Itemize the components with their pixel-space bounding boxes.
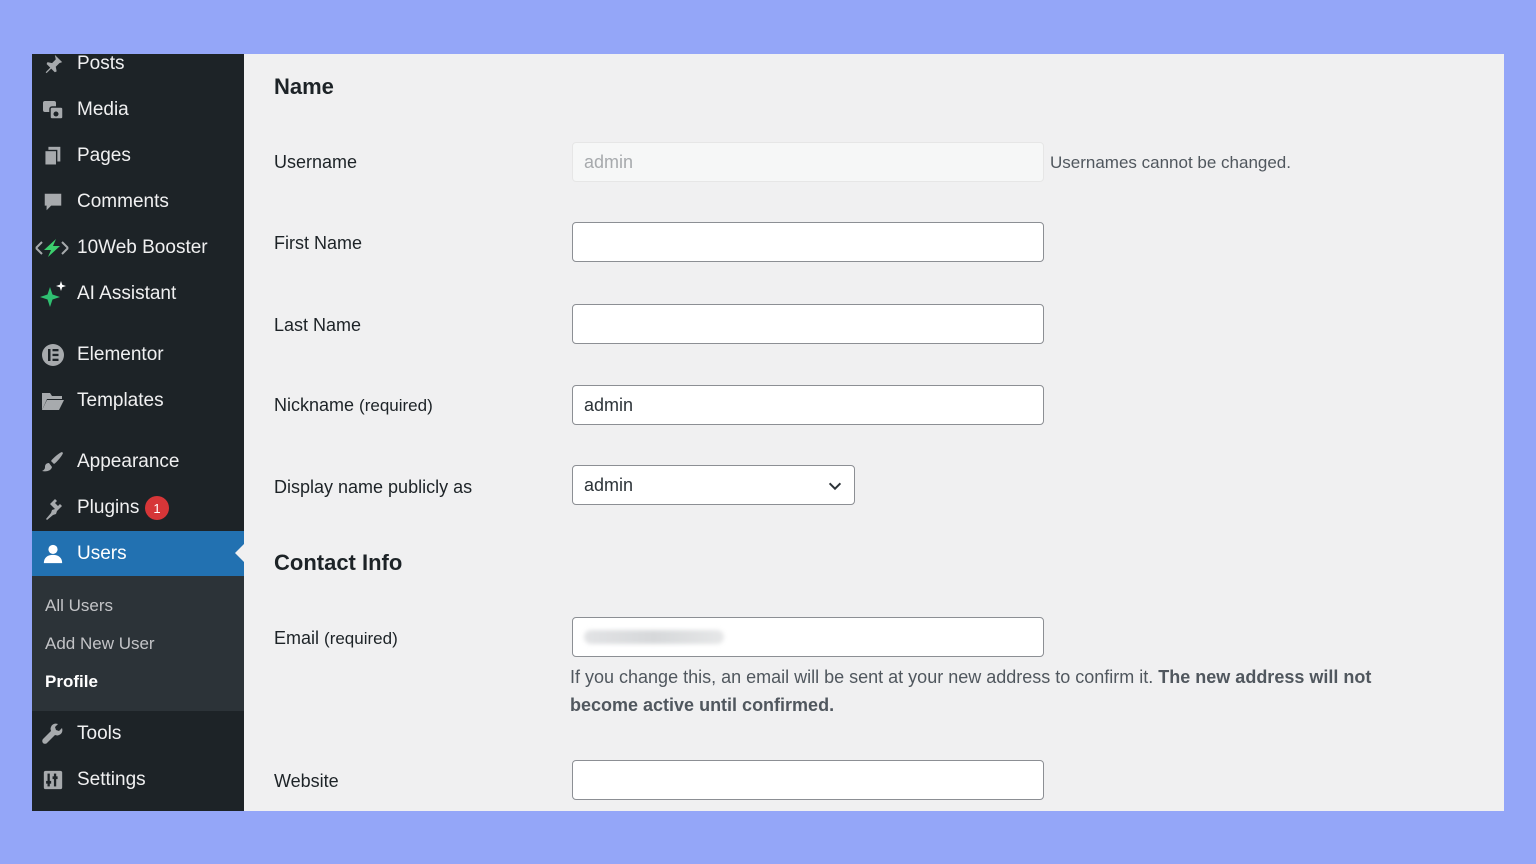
required-note: (required) [324,629,398,648]
nickname-input[interactable]: admin [572,385,1044,425]
submenu-item-all-users[interactable]: All Users [45,596,113,616]
username-input: admin [572,142,1044,182]
sidebar-item-label: Users [77,542,127,564]
display-name-select[interactable]: admin [572,465,855,505]
sidebar-item-elementor[interactable]: Elementor [32,333,244,377]
plug-icon [40,495,66,521]
sidebar-item-10web-booster[interactable]: 10Web Booster [32,226,244,270]
email-description-line2: become active until confirmed. [570,695,834,716]
sidebar-item-pages[interactable]: Pages [32,134,244,178]
email-input[interactable] [572,617,1044,657]
sidebar-item-templates[interactable]: Templates [32,379,244,423]
sidebar-item-label: Media [77,99,129,120]
email-description-line1: If you change this, an email will be sen… [570,667,1371,688]
comment-icon [40,189,66,215]
chevron-down-icon [828,482,842,491]
media-icon [40,97,66,123]
active-menu-arrow [235,544,244,562]
sidebar-item-label: Pages [77,145,131,166]
elementor-icon [40,342,66,368]
email-label-text: Email [274,628,320,648]
sidebar-item-label: Plugins [77,497,140,518]
last-name-label: Last Name [274,315,362,335]
first-name-input[interactable] [572,222,1044,262]
display-name-selected-value: admin [584,474,634,495]
email-description-text: If you change this, an email will be sen… [570,667,1159,687]
sidebar-item-ai-assistant[interactable]: AI Assistant [32,272,244,316]
sidebar-item-plugins[interactable]: Plugins 1 [32,486,244,530]
paintbrush-icon [40,449,66,475]
email-description-bold: become active until confirmed. [570,695,835,715]
sidebar-item-media[interactable]: Media [32,88,244,132]
required-note: (required) [359,396,433,415]
blurred-email-value [584,630,724,644]
last-name-input[interactable] [572,304,1044,344]
contact-info-section-title: Contact Info [274,550,403,575]
submenu-item-profile[interactable]: Profile [45,672,98,692]
sidebar-item-label: Elementor [77,344,164,365]
wrench-icon [40,721,66,747]
user-icon [40,541,66,567]
email-description-bold: The new address will not [1158,667,1372,687]
first-name-label: First Name [274,233,363,253]
sidebar-item-users[interactable]: Users [32,531,244,576]
display-name-label: Display name publicly as [274,477,473,497]
nickname-label: Nickname (required) [274,395,433,416]
sidebar-item-label: 10Web Booster [77,237,208,258]
sidebar-item-settings[interactable]: Settings [32,758,244,802]
sidebar-item-label: Posts [77,54,125,74]
folder-icon [40,388,66,414]
settings-icon [40,767,66,793]
booster-icon [34,235,70,261]
website-label: Website [274,771,339,791]
username-note: Usernames cannot be changed. [1050,153,1291,172]
sidebar-item-appearance[interactable]: Appearance [32,440,244,484]
sidebar-item-tools[interactable]: Tools [32,712,244,756]
profile-form: Name Username admin Usernames cannot be … [244,54,1504,811]
plugins-update-badge: 1 [145,496,169,520]
sidebar-item-label: AI Assistant [77,283,177,304]
submenu-item-add-new-user[interactable]: Add New User [45,634,155,654]
sidebar-item-label: Templates [77,390,164,411]
admin-sidebar: Posts Media Pages Comments 10Web Booster [32,54,244,811]
wp-admin-window: Posts Media Pages Comments 10Web Booster [32,54,1504,811]
email-label: Email (required) [274,628,398,649]
pages-icon [40,143,66,169]
username-label: Username [274,152,358,172]
sparkle-icon [40,281,66,307]
nickname-label-text: Nickname [274,395,355,415]
users-submenu: All Users Add New User Profile [32,576,244,711]
name-section-title: Name [274,74,334,99]
sidebar-item-label: Appearance [77,451,180,472]
sidebar-item-posts[interactable]: Posts [32,54,244,86]
website-input[interactable] [572,760,1044,800]
sidebar-item-label: Settings [77,769,146,790]
sidebar-item-comments[interactable]: Comments [32,180,244,224]
sidebar-item-label: Tools [77,723,122,744]
pushpin-icon [40,54,66,77]
sidebar-item-label: Comments [77,191,169,212]
